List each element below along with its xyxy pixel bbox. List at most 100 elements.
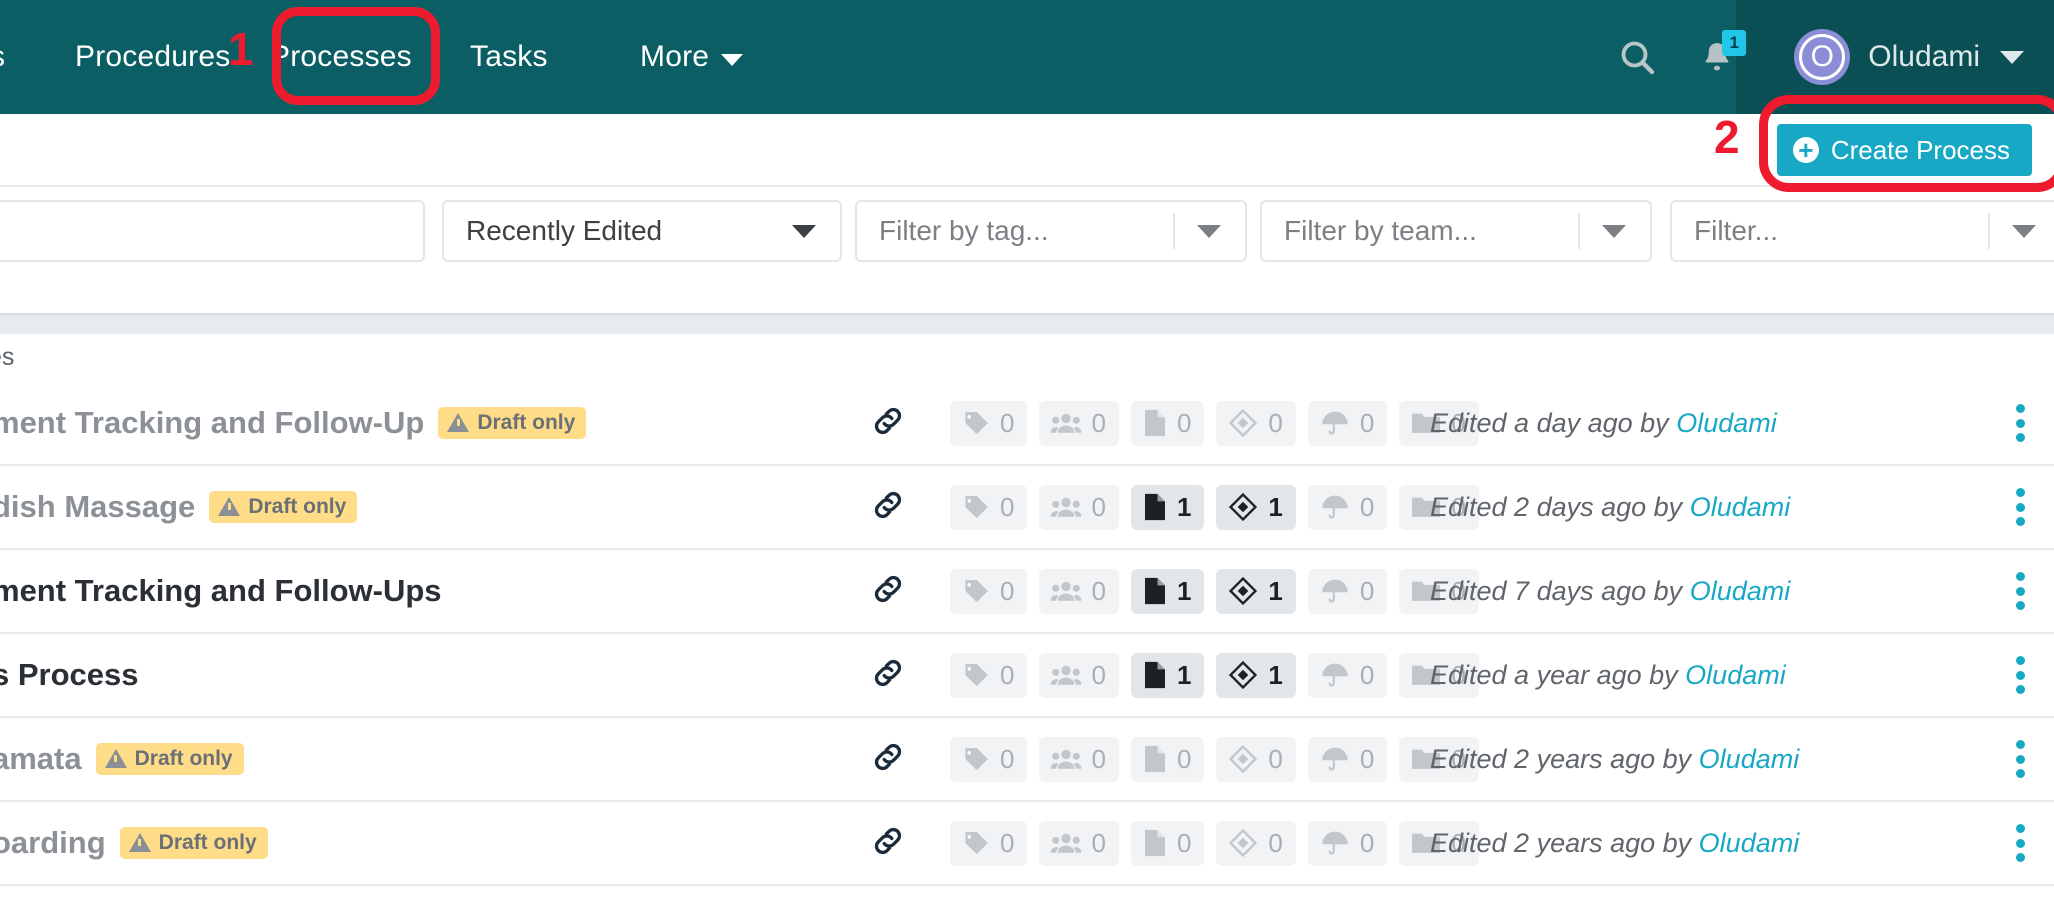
chip-tag[interactable]: 0 [950,820,1028,866]
process-title[interactable]: oarding [0,825,106,861]
edited-by-user-link[interactable]: Oludami [1690,576,1791,606]
table-row[interactable]: amata Draft only 0 0 0 0 0 0 Edited 2 years ago … [0,716,2054,800]
edited-by-user-link[interactable]: Oludami [1676,408,1777,438]
tag-icon [961,576,991,606]
search-button[interactable] [1608,28,1666,86]
sort-select[interactable]: Recently Edited [442,200,842,262]
chip-tag[interactable]: 0 [950,484,1028,530]
team-filter-select[interactable]: Filter by team... [1260,200,1652,262]
copy-link-button[interactable] [869,738,907,781]
chevron-down-icon [2000,50,2024,64]
chip-document[interactable]: 1 [1130,484,1205,530]
chip-diamond[interactable]: 0 [1216,400,1296,446]
kebab-dot [2015,586,2025,596]
chip-document[interactable]: 0 [1130,736,1205,782]
edited-timestamp: Edited a year ago by [1430,659,1686,690]
copy-link-button[interactable] [869,486,907,529]
row-actions-menu-button[interactable] [2005,569,2035,613]
chip-umbrella[interactable]: 0 [1307,400,1388,446]
chip-document[interactable]: 1 [1130,652,1205,698]
process-title[interactable]: s Process [0,657,139,693]
edited-by-user-link[interactable]: Oludami [1690,492,1791,522]
nav-item-label: Tasks [470,40,548,73]
chip-tag[interactable]: 0 [950,736,1028,782]
kebab-dot [2015,601,2025,610]
table-header-strip [0,313,2054,334]
nav-item-processes[interactable]: Processes [270,40,412,74]
chip-users[interactable]: 0 [1039,568,1119,614]
chip-document[interactable]: 0 [1130,400,1205,446]
chip-users[interactable]: 0 [1039,484,1119,530]
chip-count: 0 [1176,827,1192,858]
row-actions-menu-button[interactable] [2005,821,2035,865]
process-title[interactable]: amata [0,741,82,777]
row-actions-menu-button[interactable] [2005,485,2035,529]
nav-item-more[interactable]: More [640,40,744,74]
chip-document[interactable]: 1 [1130,568,1205,614]
process-title[interactable]: ment Tracking and Follow-Up [0,405,424,441]
chip-count: 1 [1176,575,1192,606]
divider [1578,213,1580,249]
copy-link-button[interactable] [869,822,907,865]
table-row[interactable]: oarding Draft only 0 0 0 0 0 0 Edited 2 years ag… [0,800,2054,884]
chip-umbrella[interactable]: 0 [1307,568,1388,614]
user-menu-button[interactable]: O Oludami [1794,29,2024,85]
last-edited-info: Edited a day ago by Oludami [1430,408,1777,439]
chip-document[interactable]: 0 [1130,820,1205,866]
edited-by-user-link[interactable]: Oludami [1699,744,1800,774]
chip-count: 0 [1359,491,1375,522]
row-actions-menu-button[interactable] [2005,737,2035,781]
nav-item-tasks[interactable]: Tasks [470,40,548,74]
diamond-icon [1227,828,1259,858]
table-row[interactable]: ment Tracking and Follow-Up Draft only 0 0 0… [0,382,2054,464]
nav-item-s[interactable]: s [0,40,5,74]
process-title[interactable]: dish Massage [0,489,195,525]
table-row[interactable]: s Process 0 0 1 1 0 0 Edited a year ago by Olud… [0,632,2054,716]
chip-tag[interactable]: 0 [950,568,1028,614]
row-actions-menu-button[interactable] [2005,653,2035,697]
tag-filter-select[interactable]: Filter by tag... [855,200,1247,262]
table-row[interactable]: ment Tracking and Follow-Ups 0 0 1 1 0 0 Edited… [0,548,2054,632]
row-metric-chips: 001100 [950,484,1479,530]
chip-users[interactable]: 0 [1039,736,1119,782]
process-title[interactable]: ment Tracking and Follow-Ups [0,573,442,609]
chip-tag[interactable]: 0 [950,652,1028,698]
notifications-button[interactable]: 1 [1688,28,1747,86]
tag-icon [961,408,991,438]
other-filter-select[interactable]: Filter... [1670,200,2054,262]
chip-diamond[interactable]: 1 [1216,568,1296,614]
process-list: es ment Tracking and Follow-Up Draft only… [0,332,2054,886]
search-icon [1621,41,1655,75]
row-actions-menu-button[interactable] [2005,401,2035,445]
umbrella-icon [1319,828,1351,858]
chip-umbrella[interactable]: 0 [1307,820,1388,866]
edited-by-user-link[interactable]: Oludami [1685,660,1786,690]
chip-diamond[interactable]: 0 [1216,736,1296,782]
copy-link-button[interactable] [869,402,907,445]
chip-users[interactable]: 0 [1039,820,1119,866]
chip-umbrella[interactable]: 0 [1307,652,1388,698]
chip-users[interactable]: 0 [1039,400,1119,446]
chip-diamond[interactable]: 1 [1216,652,1296,698]
copy-link-button[interactable] [869,654,907,697]
document-icon [1142,408,1168,438]
link-icon [874,743,902,770]
chip-diamond[interactable]: 1 [1216,484,1296,530]
create-process-button[interactable]: + Create Process [1776,124,2032,176]
chip-tag[interactable]: 0 [950,400,1028,446]
edited-by-user-link[interactable]: Oludami [1699,828,1800,858]
document-icon [1142,660,1168,690]
list-subheader: es [0,332,2054,382]
chip-umbrella[interactable]: 0 [1307,736,1388,782]
table-row[interactable]: dish Massage Draft only 0 0 1 1 0 0 Edited 2 day… [0,464,2054,548]
chip-umbrella[interactable]: 0 [1307,484,1388,530]
nav-item-procedures[interactable]: Procedures [75,40,230,74]
umbrella-icon [1319,408,1351,438]
tag-icon [961,660,991,690]
edited-timestamp: Edited 7 days ago by [1430,575,1690,606]
search-input[interactable] [0,200,425,262]
link-icon [874,575,902,602]
chip-diamond[interactable]: 0 [1216,820,1296,866]
copy-link-button[interactable] [869,570,907,613]
chip-users[interactable]: 0 [1039,652,1119,698]
